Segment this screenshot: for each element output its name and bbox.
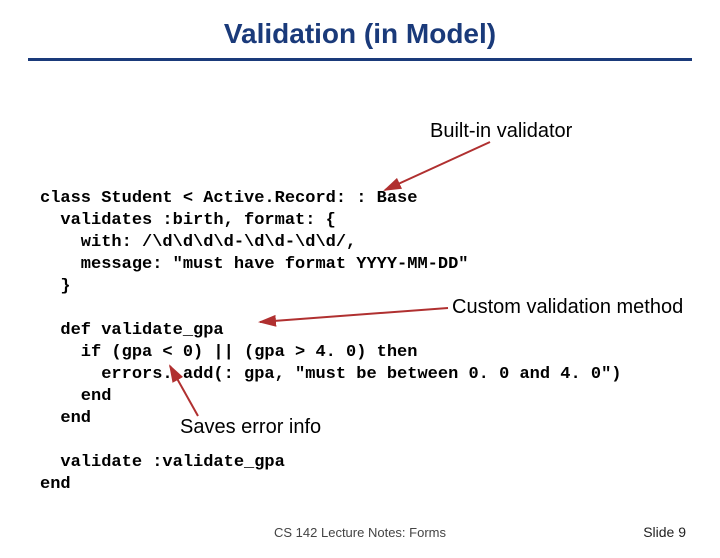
code-line: with: /\d\d\d\d-\d\d-\d\d/, xyxy=(40,233,356,252)
code-line: def validate_gpa xyxy=(40,321,224,340)
code-line: message: "must have format YYYY-MM-DD" xyxy=(40,255,468,274)
page-title: Validation (in Model) xyxy=(0,18,720,50)
title-divider xyxy=(28,58,692,61)
code-block: class Student < Active.Record: : Base va… xyxy=(40,166,622,496)
code-line: } xyxy=(40,277,71,296)
code-line: if (gpa < 0) || (gpa > 4. 0) then xyxy=(40,343,417,362)
code-line: validate :validate_gpa xyxy=(40,453,285,472)
code-line: end xyxy=(40,387,111,406)
code-line: validates :birth, format: { xyxy=(40,211,336,230)
footer-center: CS 142 Lecture Notes: Forms xyxy=(0,525,720,540)
footer-slide-number: Slide 9 xyxy=(643,524,686,540)
code-line: errors. add(: gpa, "must be between 0. 0… xyxy=(40,365,622,384)
code-line: end xyxy=(40,409,91,428)
code-line: end xyxy=(40,475,71,494)
code-line: class Student < Active.Record: : Base xyxy=(40,189,417,208)
annotation-builtin: Built-in validator xyxy=(430,120,572,143)
